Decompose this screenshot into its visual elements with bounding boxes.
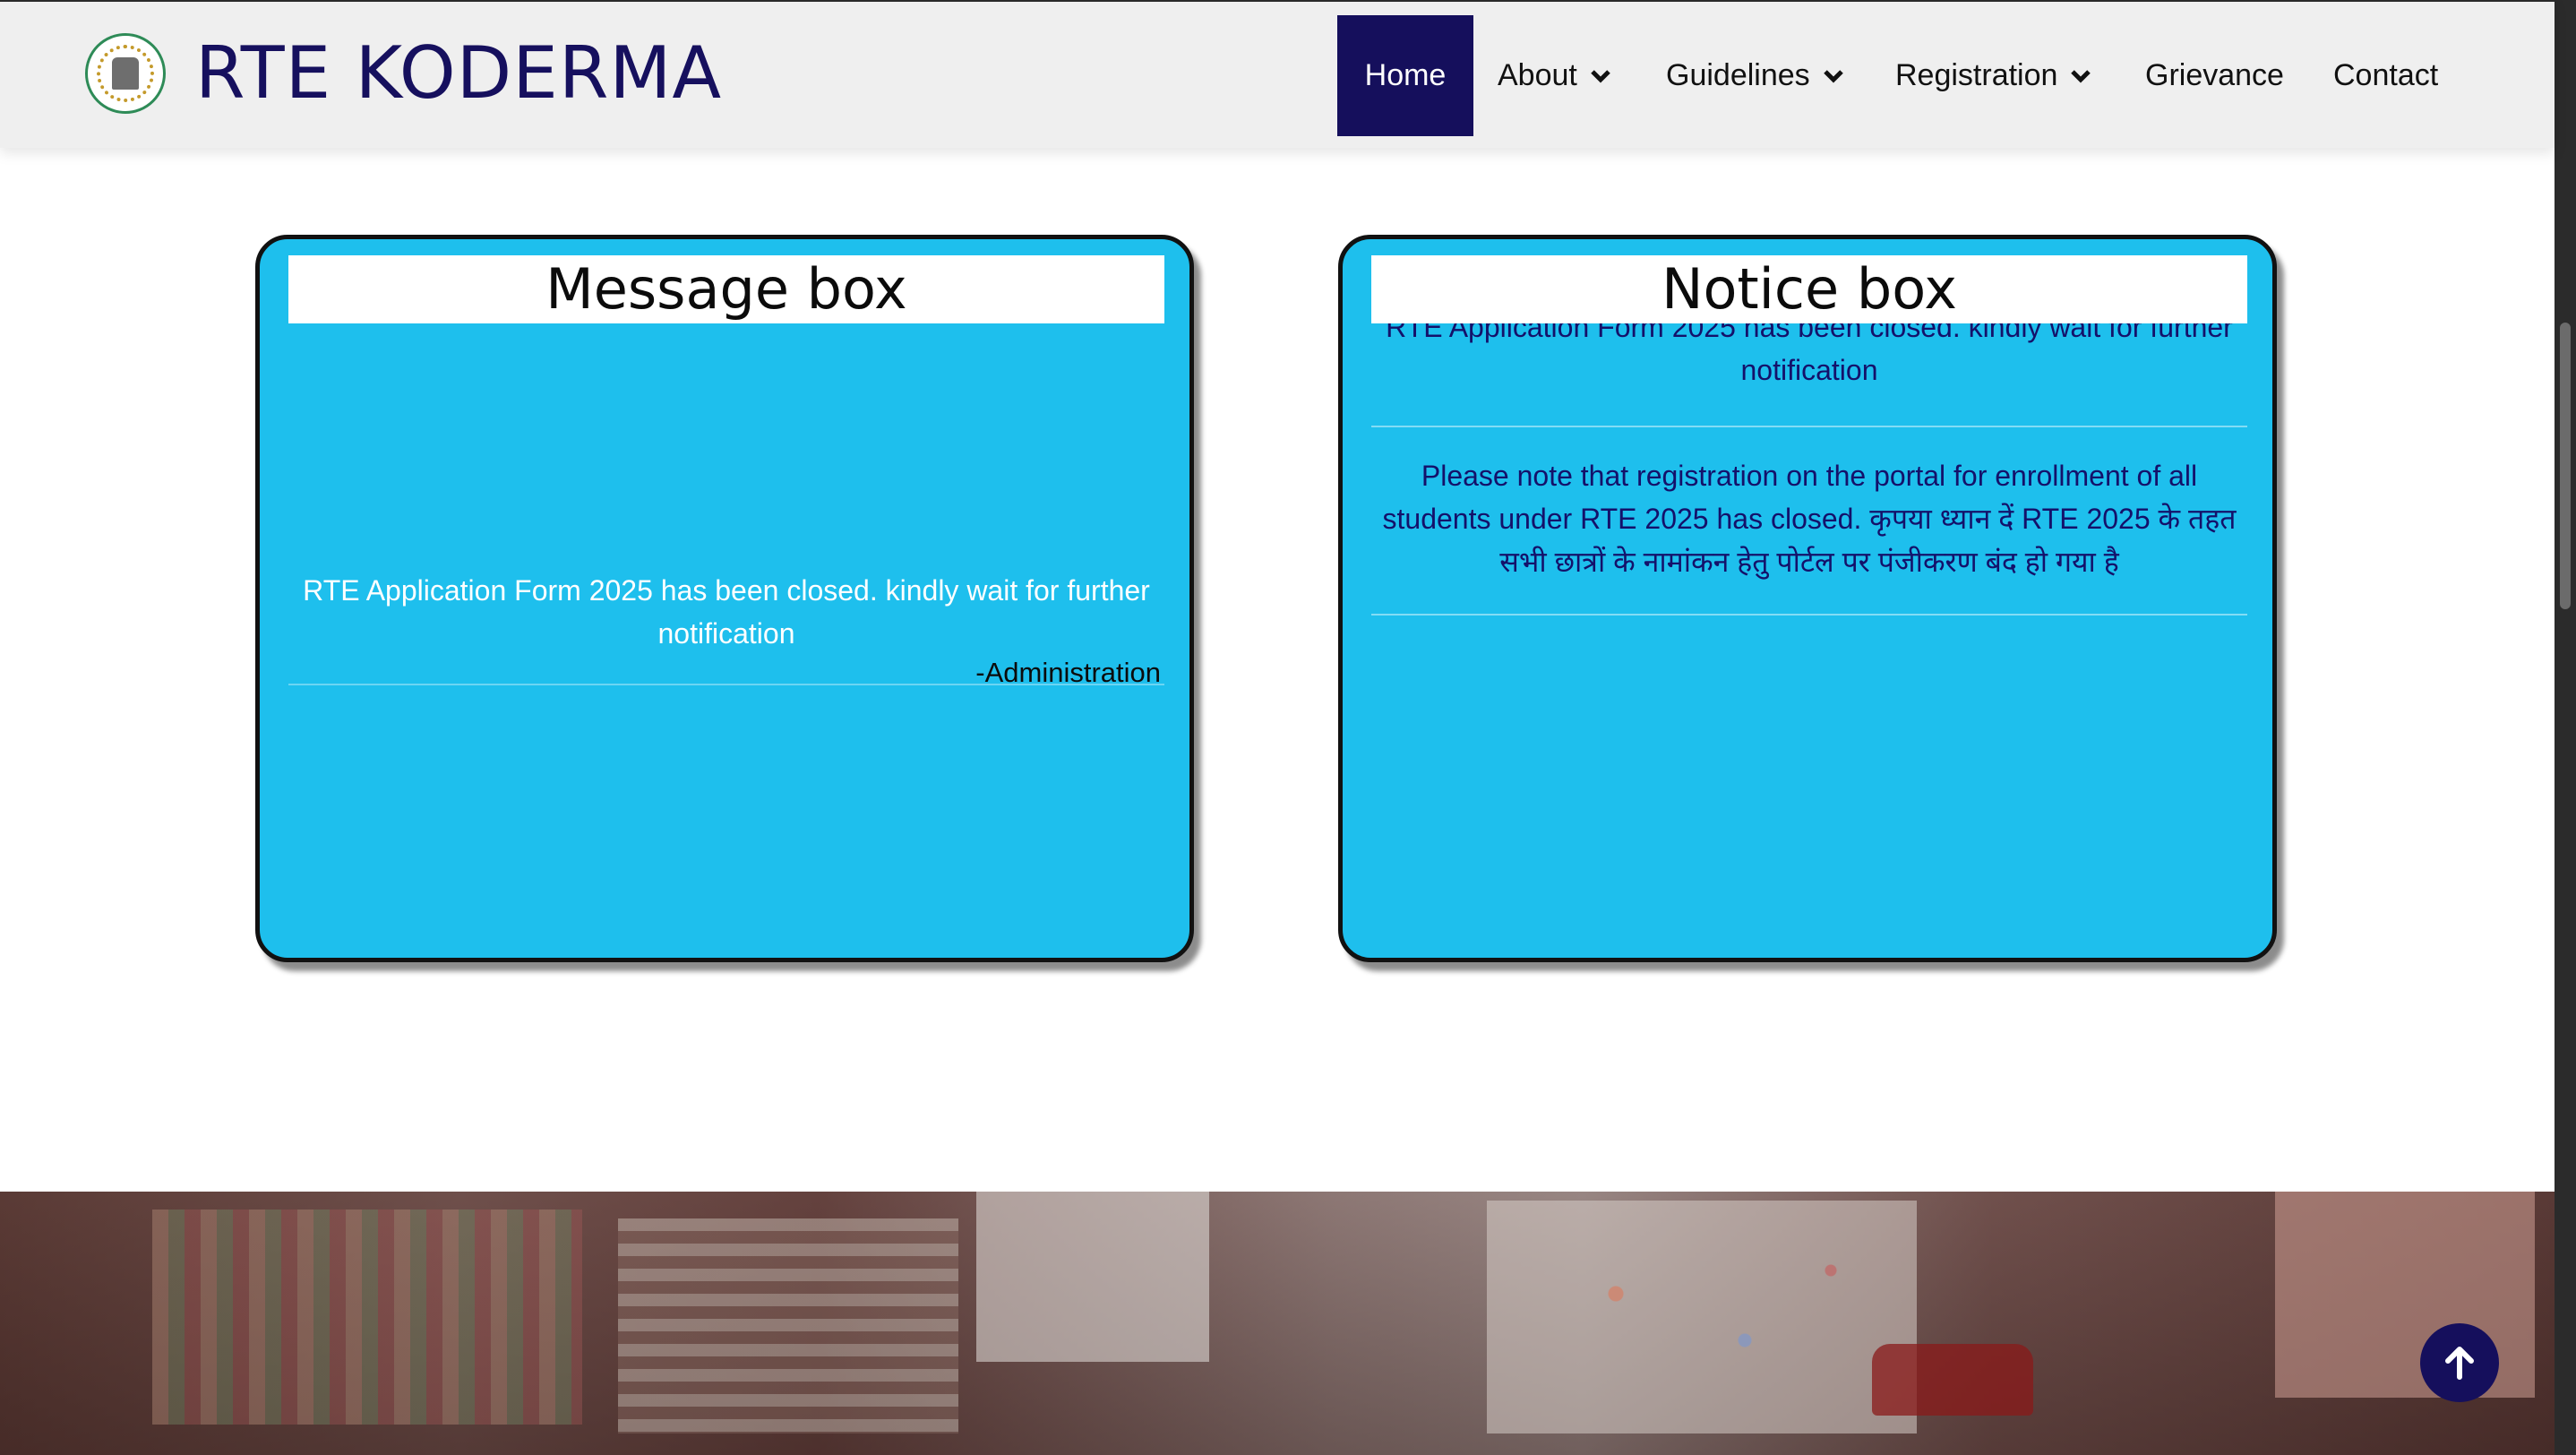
chevron-down-icon <box>1591 69 1610 83</box>
arrow-up-icon <box>2445 1347 2474 1380</box>
notice-divider <box>1371 614 2247 616</box>
scrollbar-thumb[interactable] <box>2560 323 2571 609</box>
message-text: RTE Application Form 2025 has been close… <box>303 574 1150 650</box>
notice-box-title: Notice box <box>1371 255 2247 323</box>
notice-item[interactable]: Please note that registration on the por… <box>1371 454 2247 583</box>
site-title[interactable]: RTE KODERMA <box>195 29 722 118</box>
message-box-title: Message box <box>288 255 1164 323</box>
message-box: Message box RTE Application Form 2025 ha… <box>255 235 1194 962</box>
classroom-background-image <box>0 1192 2555 1455</box>
painted-wall-image <box>1487 1201 1917 1433</box>
notice-divider <box>1371 426 2247 427</box>
page-scrollbar[interactable] <box>2555 0 2576 1455</box>
nav-about-label: About <box>1498 58 1577 92</box>
chevron-down-icon <box>1823 69 1843 83</box>
message-signature: -Administration <box>975 657 1161 688</box>
window-image <box>976 1192 1209 1362</box>
wall-chart-image <box>152 1210 582 1425</box>
nav-home-label: Home <box>1364 58 1447 92</box>
nav-about[interactable]: About <box>1498 15 1611 136</box>
notice-box: Notice box RTE Application Form 2025 has… <box>1338 235 2277 962</box>
nav-grievance[interactable]: Grievance <box>2145 15 2284 136</box>
nav-home[interactable]: Home <box>1337 15 1473 136</box>
back-to-top-button[interactable] <box>2420 1323 2499 1402</box>
school-bag-image <box>1872 1344 2033 1416</box>
nav-contact-label: Contact <box>2333 58 2439 92</box>
nav-grievance-label: Grievance <box>2145 58 2284 92</box>
emblem-core <box>112 57 139 90</box>
nav-registration[interactable]: Registration <box>1895 15 2091 136</box>
site-header: RTE KODERMA Home About Guidelines Regist… <box>0 0 2555 148</box>
nav-registration-label: Registration <box>1895 58 2058 92</box>
wall-chart-image <box>618 1218 958 1433</box>
state-emblem-icon[interactable] <box>85 33 166 114</box>
chevron-down-icon <box>2071 69 2091 83</box>
nav-guidelines[interactable]: Guidelines <box>1666 15 1844 136</box>
nav-guidelines-label: Guidelines <box>1666 58 1810 92</box>
nav-contact[interactable]: Contact <box>2333 15 2438 136</box>
